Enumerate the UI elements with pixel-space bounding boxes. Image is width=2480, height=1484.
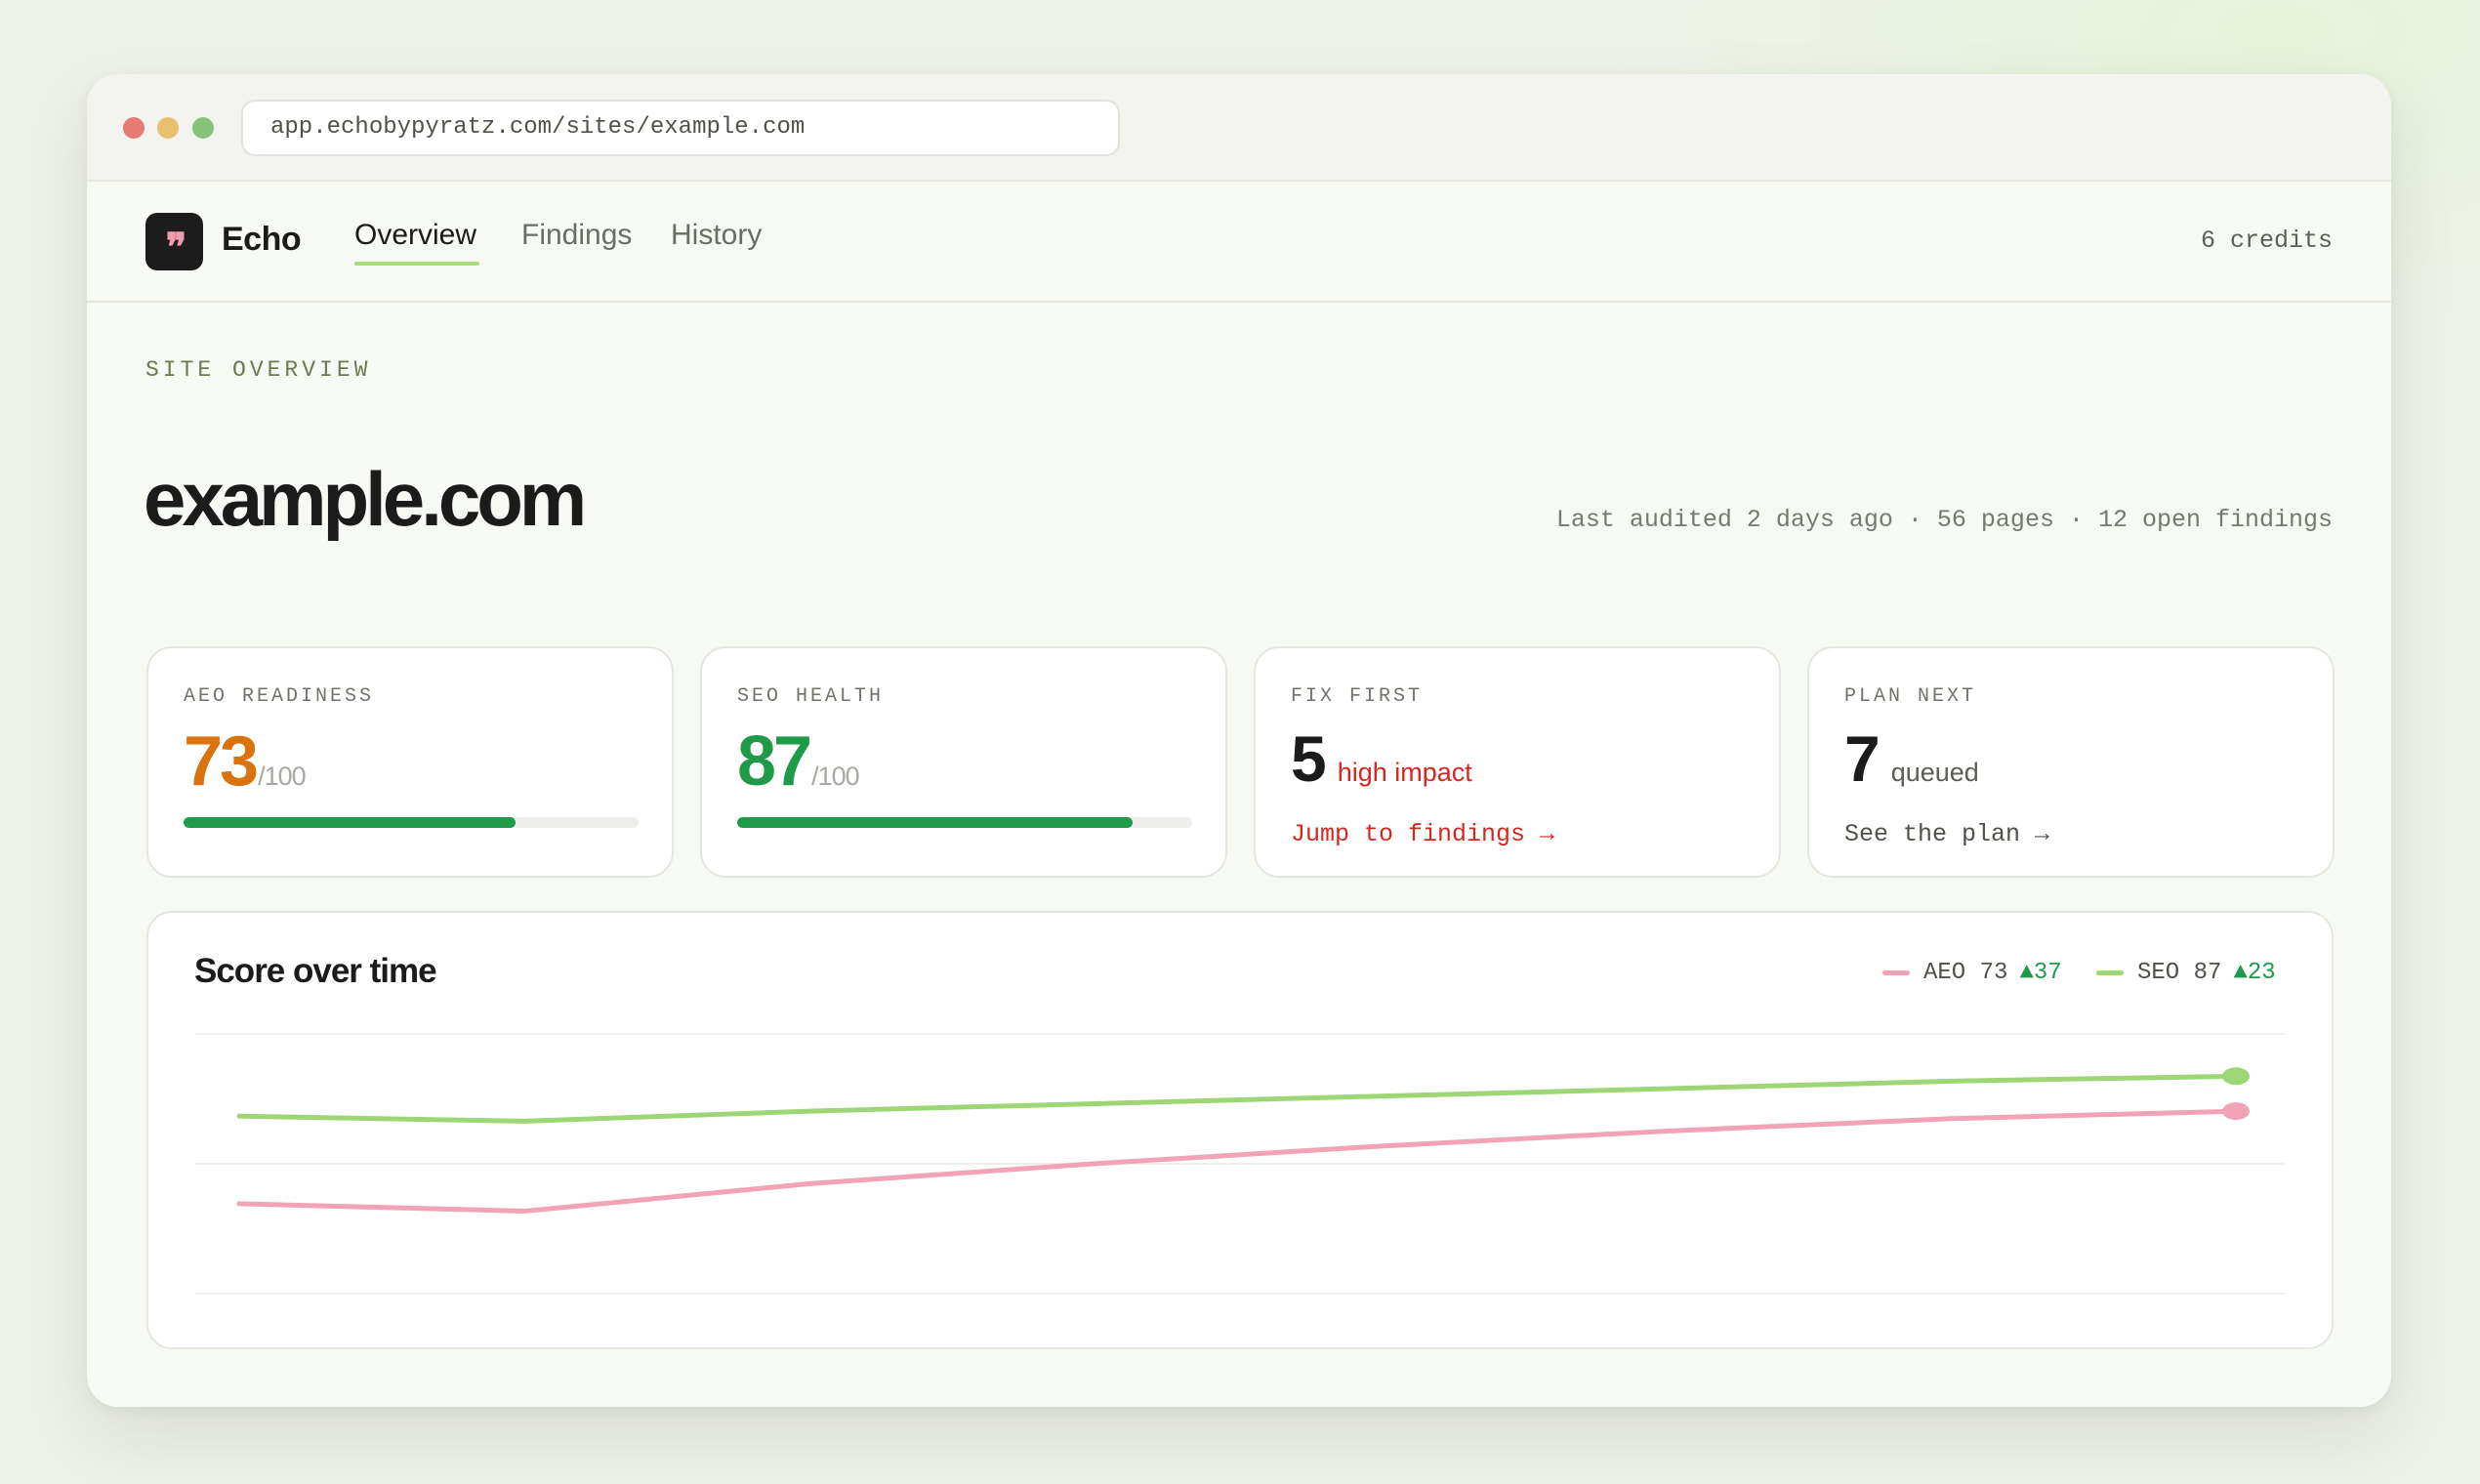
card-label: AEO READINESS (184, 685, 375, 708)
fix-first-card[interactable]: FIX FIRST 5 high impact Jump to findings … (1254, 646, 1781, 878)
page-title: example.com (144, 456, 587, 542)
seo-score-suffix: /100 (811, 762, 860, 791)
credits-counter[interactable]: 6 credits (2201, 227, 2333, 255)
aeo-score-suffix: /100 (258, 762, 307, 791)
tab-history[interactable]: History (671, 219, 762, 252)
fix-first-note: high impact (1337, 758, 1472, 787)
seo-health-card[interactable]: SEO HEALTH 87/100 (700, 646, 1227, 878)
browser-window: app.echobypyratz.com/sites/example.com ❞… (87, 74, 2391, 1407)
tab-findings[interactable]: Findings (521, 219, 632, 252)
seo-progress-bar (737, 817, 1192, 828)
audit-meta: Last audited 2 days ago · 56 pages · 12 … (1555, 506, 2333, 534)
score-line-chart (195, 1033, 2285, 1295)
series-endpoint-aeo[interactable] (2222, 1102, 2250, 1121)
aeo-score-value: 73 (184, 722, 259, 801)
series-line-aeo (236, 1108, 2239, 1215)
card-label: PLAN NEXT (1844, 685, 1977, 708)
seo-score-value: 87 (737, 722, 812, 801)
card-label: SEO HEALTH (737, 685, 885, 708)
aeo-score: 73/100 (184, 726, 307, 797)
plan-next-value: 7 (1844, 722, 1881, 795)
score-over-time-card: Score over time AEO 73 ▲37 SEO 87 ▲23 (146, 911, 2334, 1349)
series-endpoint-seo[interactable] (2222, 1067, 2250, 1086)
browser-titlebar: app.echobypyratz.com/sites/example.com (87, 74, 2391, 182)
aeo-progress-fill (184, 817, 517, 828)
app-name: Echo (222, 221, 302, 258)
jump-to-findings-link[interactable]: Jump to findings → (1291, 820, 1554, 848)
maximize-window-button[interactable] (192, 117, 214, 139)
fix-first-value: 5 (1291, 722, 1327, 795)
plan-next-count: 7 queued (1844, 726, 1979, 791)
address-bar[interactable]: app.echobypyratz.com/sites/example.com (241, 100, 1120, 156)
see-the-plan-link[interactable]: See the plan → (1844, 820, 2049, 848)
echo-logo-icon[interactable]: ❞ (145, 213, 203, 270)
close-window-button[interactable] (123, 117, 145, 139)
aeo-progress-bar (184, 817, 639, 828)
plan-next-note: queued (1890, 758, 1979, 787)
series-line-seo (236, 1073, 2239, 1124)
app-header: ❞ Echo Overview Findings History 6 credi… (87, 182, 2391, 303)
section-label: SITE OVERVIEW (145, 357, 372, 383)
active-tab-indicator (354, 262, 479, 266)
plan-next-card[interactable]: PLAN NEXT 7 queued See the plan → (1807, 646, 2335, 878)
seo-progress-fill (737, 817, 1134, 828)
aeo-readiness-card[interactable]: AEO READINESS 73/100 (146, 646, 674, 878)
seo-score: 87/100 (737, 726, 860, 797)
fix-first-count: 5 high impact (1291, 726, 1472, 791)
minimize-window-button[interactable] (157, 117, 179, 139)
tab-overview[interactable]: Overview (354, 219, 476, 252)
card-label: FIX FIRST (1291, 685, 1424, 708)
